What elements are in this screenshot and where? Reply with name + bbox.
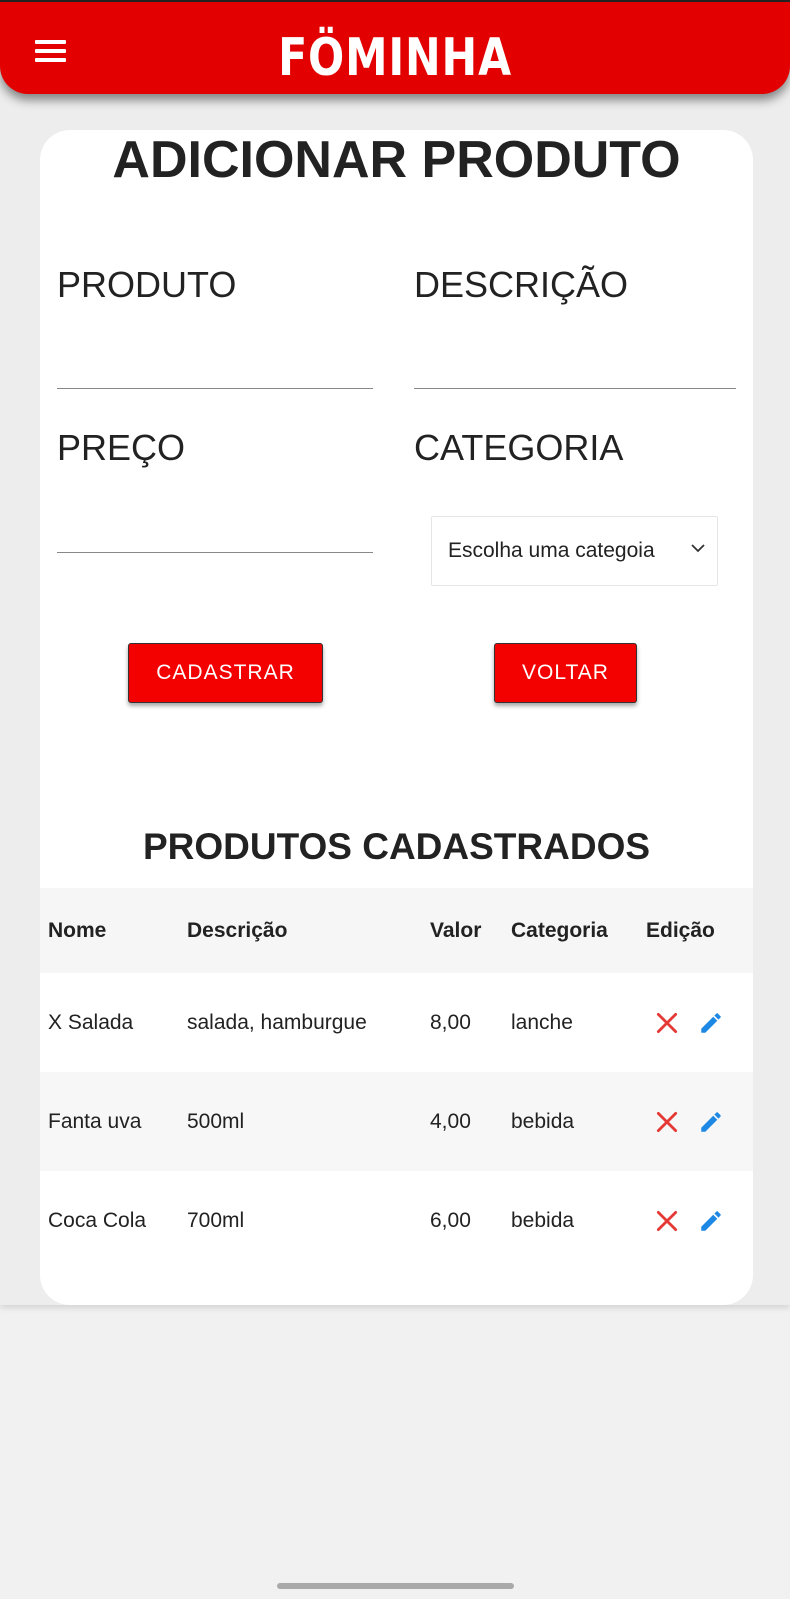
cell-valor: 4,00 — [430, 1109, 471, 1133]
voltar-button[interactable]: VOLTAR — [494, 643, 637, 703]
close-icon[interactable] — [654, 1010, 680, 1036]
column-header-nome: Nome — [48, 918, 107, 942]
table-header-row: Nome Descrição Valor Categoria Edição — [40, 888, 753, 973]
chevron-down-icon — [691, 544, 705, 553]
cell-descricao: 700ml — [187, 1208, 245, 1232]
page-title: ADICIONAR PRODUTO — [112, 131, 681, 189]
products-table: Nome Descrição Valor Categoria Edição X … — [40, 888, 753, 1270]
cell-categoria: lanche — [511, 1010, 573, 1034]
categoria-selected-value: Escolha uma categoia — [448, 539, 655, 562]
app-header: FÖMINHA — [0, 0, 790, 94]
produto-label: PRODUTO — [57, 264, 237, 305]
preco-input[interactable] — [57, 513, 373, 553]
cadastrar-button[interactable]: CADASTRAR — [128, 643, 323, 703]
categoria-label: CATEGORIA — [414, 427, 624, 468]
close-icon[interactable] — [654, 1208, 680, 1234]
descricao-label: DESCRIÇÃO — [414, 264, 629, 305]
cell-valor: 6,00 — [430, 1208, 471, 1232]
cell-descricao: salada, hamburgue — [187, 1010, 367, 1034]
column-header-valor: Valor — [430, 918, 482, 942]
table-row: X Salada salada, hamburgue 8,00 lanche — [40, 973, 753, 1072]
cell-descricao: 500ml — [187, 1109, 245, 1133]
table-row: Fanta uva 500ml 4,00 bebida — [40, 1072, 753, 1171]
cell-nome: Coca Cola — [48, 1208, 147, 1232]
categoria-select[interactable]: Escolha uma categoia — [431, 516, 718, 586]
pencil-icon[interactable] — [698, 1109, 724, 1135]
cell-nome: Fanta uva — [48, 1109, 142, 1133]
cell-categoria: bebida — [511, 1208, 575, 1232]
products-section-title: PRODUTOS CADASTRADOS — [142, 826, 651, 867]
cell-categoria: bebida — [511, 1109, 575, 1133]
descricao-input[interactable] — [414, 349, 736, 389]
cell-valor: 8,00 — [430, 1010, 471, 1034]
home-indicator[interactable] — [277, 1583, 514, 1589]
column-header-edicao: Edição — [646, 918, 715, 942]
column-header-descricao: Descrição — [187, 918, 288, 942]
column-header-categoria: Categoria — [511, 918, 608, 942]
cell-nome: X Salada — [48, 1010, 134, 1034]
table-row: Coca Cola 700ml 6,00 bebida — [40, 1171, 753, 1270]
add-product-card: ADICIONAR PRODUTO PRODUTO DESCRIÇÃO PREÇ… — [40, 130, 753, 1305]
cell-edicao — [638, 1072, 753, 1171]
preco-label: PREÇO — [57, 427, 186, 468]
cell-edicao — [638, 1171, 753, 1270]
app-logo: FÖMINHA — [278, 28, 512, 88]
pencil-icon[interactable] — [698, 1010, 724, 1036]
close-icon[interactable] — [654, 1109, 680, 1135]
produto-input[interactable] — [57, 349, 373, 389]
hamburger-menu-icon[interactable] — [35, 40, 66, 62]
cell-edicao — [638, 973, 753, 1072]
pencil-icon[interactable] — [698, 1208, 724, 1234]
